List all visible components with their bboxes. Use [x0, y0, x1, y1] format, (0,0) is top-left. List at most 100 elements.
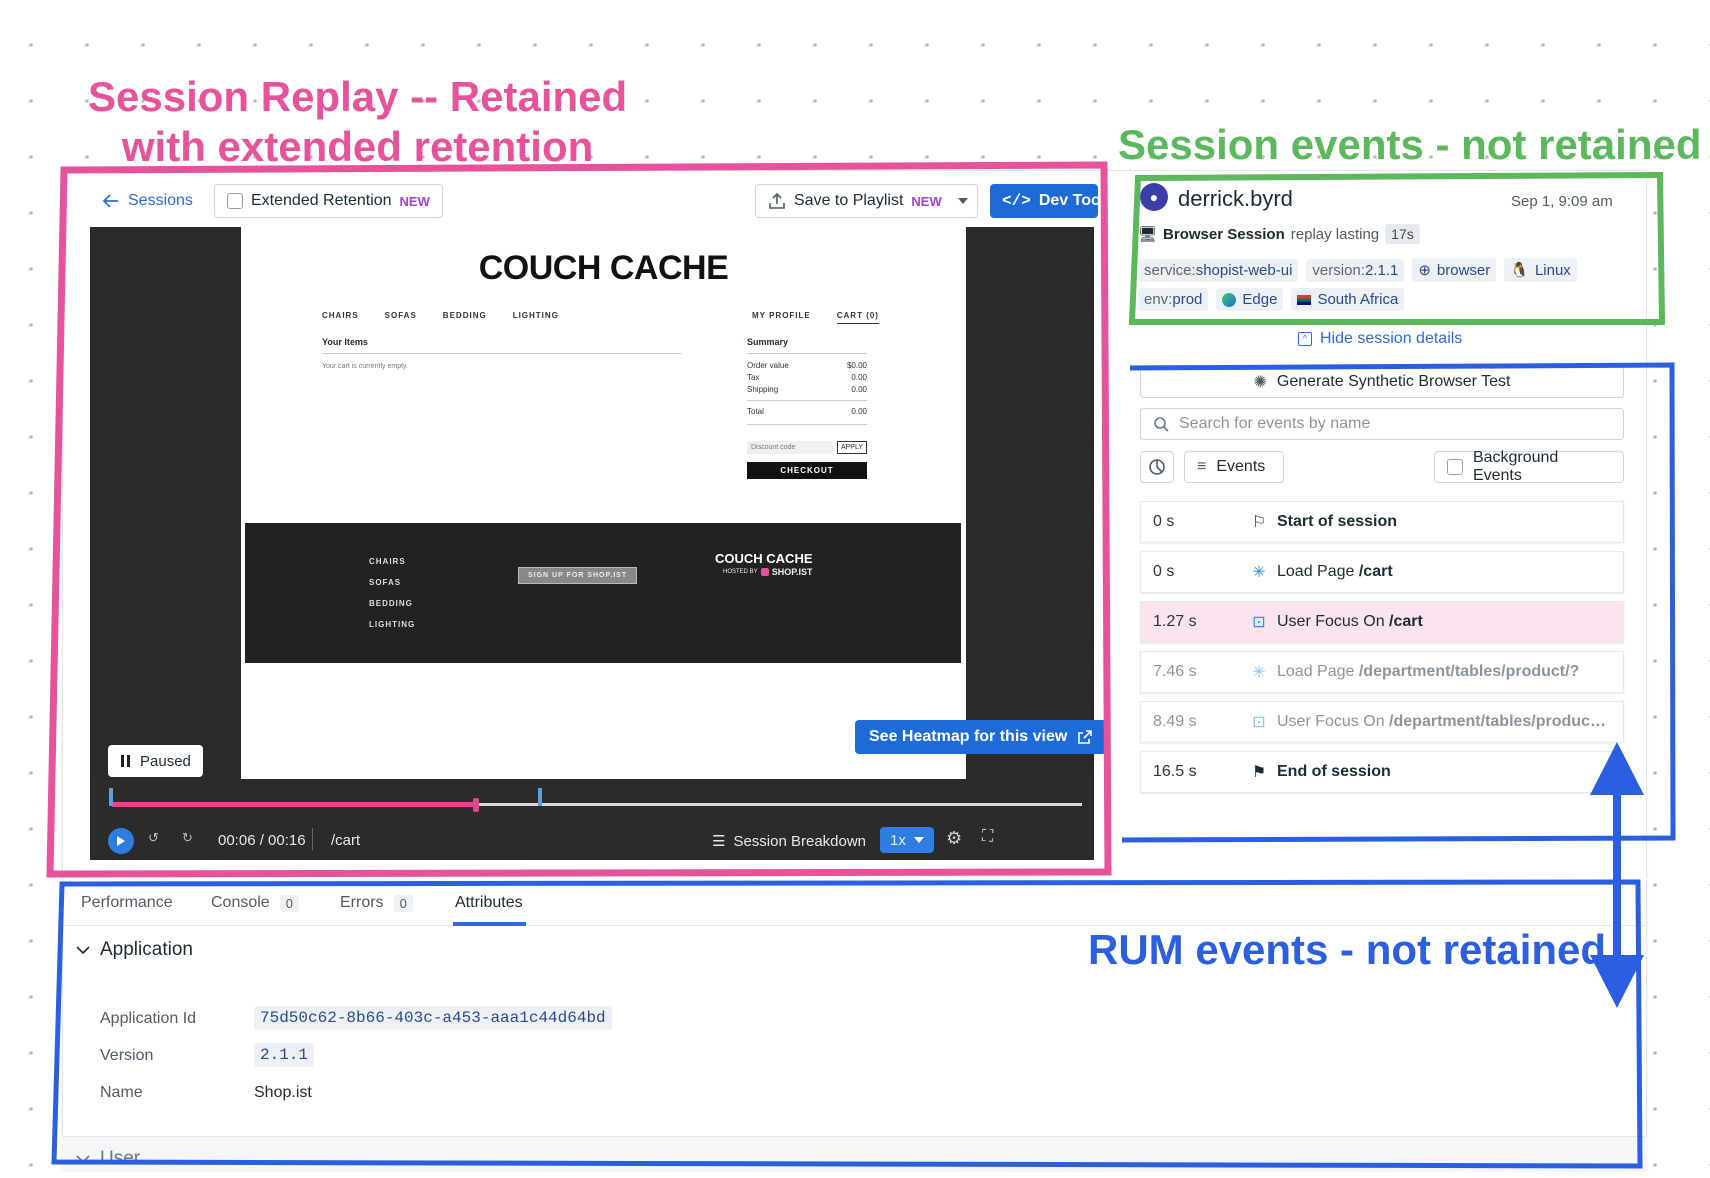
session-tags-row-1: service:shopist-web-ui version:2.1.1 ⊕ br…	[1138, 258, 1577, 282]
checkout-button[interactable]: CHECKOUT	[747, 462, 867, 479]
timeline-chart-toggle[interactable]	[1140, 451, 1174, 483]
summary-row: Tax 0.00	[747, 373, 867, 382]
paused-label: Paused	[140, 752, 191, 770]
apply-button[interactable]: APPLY	[836, 441, 867, 454]
application-id-value[interactable]: 75d50c62-8b66-403c-a453-aaa1c44d64bd	[254, 1006, 612, 1030]
name-value: Shop.ist	[254, 1084, 312, 1101]
playback-time: 00:06 / 00:16	[218, 832, 306, 849]
env-tag[interactable]: env:prod	[1138, 288, 1209, 311]
timeline-progress	[112, 802, 476, 807]
tab-console[interactable]: Console 0	[211, 894, 299, 912]
background-events-label: Background Events	[1472, 449, 1559, 484]
service-tag[interactable]: service:shopist-web-ui	[1138, 258, 1299, 282]
caret-down-icon	[957, 198, 968, 204]
user-section-header[interactable]: User	[76, 1148, 140, 1170]
dev-tools-button[interactable]: </> Dev Tools	[990, 184, 1098, 218]
event-label: User Focus On /cart	[1277, 613, 1423, 630]
globe-icon: ⊕	[1418, 262, 1431, 279]
footer-nav-item[interactable]: SOFAS	[369, 572, 415, 593]
event-row[interactable]: 16.5 s ⚑ End of session	[1140, 751, 1624, 793]
session-duration: 17s	[1385, 224, 1420, 244]
hide-session-details-link[interactable]: ^ Hide session details	[1298, 330, 1462, 348]
console-count: 0	[279, 894, 299, 912]
event-time: 7.46 s	[1153, 663, 1197, 680]
footer-nav-item[interactable]: CHAIRS	[369, 551, 415, 572]
south-africa-flag-icon	[1297, 294, 1312, 305]
application-section-title: Application	[100, 939, 193, 960]
version-tag[interactable]: version:2.1.1	[1306, 258, 1405, 282]
application-section-header[interactable]: Application	[76, 939, 193, 961]
sessions-back-link[interactable]: Sessions	[102, 184, 193, 218]
playback-speed-select[interactable]: 1x	[880, 827, 934, 853]
extended-retention-label: Extended Retention	[251, 192, 392, 209]
your-items-heading: Your Items	[322, 337, 682, 354]
session-replay-annotation-line2: with extended retention	[121, 122, 594, 170]
checkbox-icon[interactable]	[1447, 459, 1463, 475]
shop-nav: CHAIRS SOFAS BEDDING LIGHTING	[322, 311, 559, 320]
caret-down-icon	[913, 837, 924, 843]
signup-button[interactable]: SIGN UP FOR SHOP.IST	[518, 567, 638, 584]
event-label: Load Page /cart	[1277, 563, 1393, 580]
attribute-label: Name	[100, 1084, 143, 1101]
tab-errors[interactable]: Errors 0	[340, 894, 413, 912]
footer-nav-item[interactable]: LIGHTING	[369, 614, 415, 635]
play-button[interactable]	[108, 828, 134, 854]
play-icon	[117, 836, 125, 846]
session-type: Browser Session	[1163, 225, 1285, 243]
tab-performance[interactable]: Performance	[81, 894, 173, 912]
current-path: /cart	[331, 832, 361, 849]
version-value[interactable]: 2.1.1	[254, 1043, 315, 1067]
events-filter-button[interactable]: ≡ Events	[1184, 451, 1284, 483]
see-heatmap-button[interactable]: See Heatmap for this view	[855, 720, 1108, 754]
generate-synthetic-test-button[interactable]: ✺ Generate Synthetic Browser Test	[1140, 366, 1624, 398]
shop-nav-item[interactable]: CHAIRS	[322, 311, 359, 320]
tab-attributes[interactable]: Attributes	[455, 894, 523, 912]
fast-forward-icon[interactable]: ↻	[182, 830, 193, 846]
hosted-by-prefix: HOSTED BY	[723, 569, 758, 575]
chevron-down-icon	[76, 1155, 90, 1164]
session-breakdown-button[interactable]: ☰ Session Breakdown	[712, 832, 866, 851]
session-tags-row-2: env:prod Edge South Africa	[1138, 288, 1405, 311]
cart-link[interactable]: CART (0)	[836, 311, 879, 324]
shop-title: COUCH CACHE	[478, 249, 729, 287]
shop-nav-item[interactable]: LIGHTING	[513, 311, 559, 320]
list-icon: ☰	[712, 833, 726, 850]
event-row-current[interactable]: 1.27 s ⊡ User Focus On /cart	[1140, 601, 1624, 643]
event-label: Load Page /department/tables/product/?	[1277, 663, 1580, 680]
discount-code-input[interactable]: Discount code	[747, 441, 833, 454]
shop-nav-item[interactable]: BEDDING	[443, 311, 487, 320]
background-events-toggle[interactable]: Background Events	[1434, 449, 1624, 484]
country-tag[interactable]: South Africa	[1291, 288, 1405, 311]
event-row[interactable]: 7.46 s ✳ Load Page /department/tables/pr…	[1140, 651, 1624, 693]
fullscreen-icon[interactable]: ⛶	[982, 828, 993, 846]
filter-icon: ≡	[1197, 458, 1207, 475]
timeline-handle[interactable]	[472, 798, 479, 812]
rewind-icon[interactable]: ↺	[148, 830, 159, 846]
flag-filled-icon: ⚑	[1251, 764, 1267, 781]
edge-tag[interactable]: Edge	[1216, 288, 1284, 311]
shop-nav-item[interactable]: SOFAS	[385, 311, 417, 320]
session-events-annotation: Session events - not retained	[1118, 121, 1702, 168]
my-profile-link[interactable]: MY PROFILE	[752, 311, 811, 324]
event-row[interactable]: 0 s ✳ Load Page /cart	[1140, 551, 1624, 593]
save-to-playlist-button[interactable]: Save to Playlist NEW	[755, 184, 977, 218]
checkbox-icon[interactable]	[227, 193, 243, 209]
event-label: User Focus On /department/tables/produc…	[1277, 713, 1606, 730]
footer-nav-item[interactable]: BEDDING	[369, 593, 415, 614]
extended-retention-toggle[interactable]: Extended Retention NEW	[214, 184, 443, 218]
attribute-label: Application Id	[100, 1010, 197, 1027]
os-tag[interactable]: 🐧 Linux	[1504, 258, 1577, 282]
event-row[interactable]: 8.49 s ⊡ User Focus On /department/table…	[1140, 701, 1624, 743]
playlist-dropdown-button[interactable]	[948, 184, 978, 218]
event-row[interactable]: 0 s ⚐ Start of session	[1140, 501, 1624, 543]
attribute-label: Version	[100, 1047, 154, 1064]
browser-tag[interactable]: ⊕ browser	[1412, 258, 1497, 282]
summary-heading: Summary	[747, 337, 867, 354]
search-events-input[interactable]: Search for events by name	[1140, 408, 1624, 440]
shop-account-nav: MY PROFILE CART (0)	[752, 311, 879, 324]
session-replay-annotation: Session Replay -- Retained with extended…	[88, 72, 627, 171]
player-controls: ↺ ↻ 00:06 / 00:16 /cart ☰ Session Breakd…	[90, 780, 1094, 860]
save-to-playlist-label: Save to Playlist	[794, 192, 904, 209]
chevron-down-icon	[76, 946, 90, 955]
settings-icon[interactable]: ⚙	[946, 828, 962, 849]
